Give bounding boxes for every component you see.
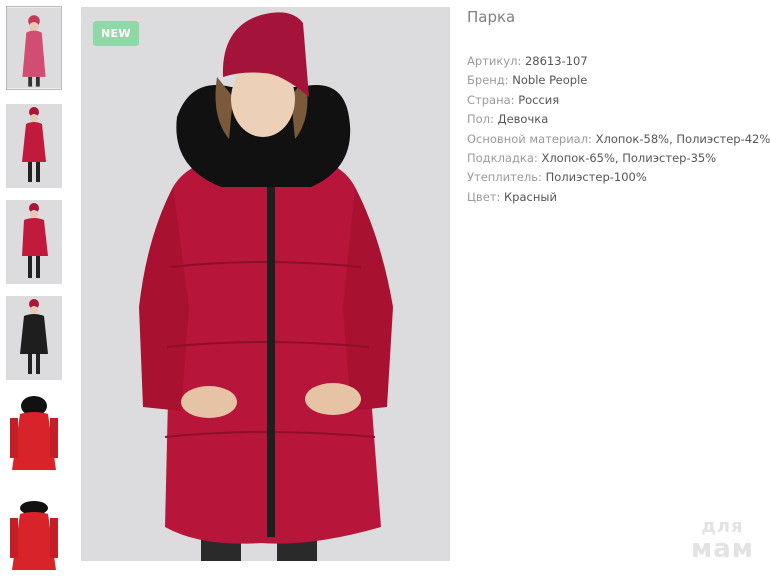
spec-row-main-material: Основной материал: Хлопок-58%, Полиэстер… bbox=[467, 130, 770, 149]
product-title: Парка bbox=[467, 8, 516, 26]
spec-value: Россия bbox=[518, 92, 560, 107]
spec-label: Цвет: bbox=[467, 189, 501, 204]
spec-row-article: Артикул: 28613-107 bbox=[467, 52, 762, 71]
spec-row-brand: Бренд: Noble People bbox=[467, 71, 762, 90]
watermark-line-2: мам bbox=[690, 534, 754, 564]
spec-label: Утеплитель: bbox=[467, 170, 542, 185]
spec-value: Хлопок-58%, Полиэстер-42% bbox=[595, 131, 770, 146]
spec-value: Красный bbox=[504, 189, 557, 204]
thumbnail-3-image bbox=[6, 200, 62, 284]
product-info: Парка Артикул: 28613-107 Бренд: Noble Pe… bbox=[467, 8, 770, 207]
watermark-logo: для мам bbox=[690, 518, 754, 564]
spec-label: Пол: bbox=[467, 112, 494, 127]
spec-value: Полиэстер-100% bbox=[545, 170, 647, 185]
spec-label: Артикул: bbox=[467, 54, 522, 68]
spec-label: Подкладка: bbox=[467, 151, 538, 166]
spec-label: Основной материал: bbox=[467, 131, 592, 146]
thumbnail-3[interactable] bbox=[6, 200, 62, 284]
main-product-image[interactable]: NEW bbox=[81, 7, 450, 561]
parka-photo bbox=[81, 7, 450, 561]
spec-value: Noble People bbox=[512, 73, 588, 88]
thumbnail-2-image bbox=[6, 104, 62, 188]
spec-value: Хлопок-65%, Полиэстер-35% bbox=[541, 151, 717, 166]
spec-row-gender: Пол: Девочка bbox=[467, 110, 762, 129]
thumbnail-1[interactable] bbox=[6, 6, 62, 90]
spec-row-country: Страна: Россия bbox=[467, 91, 762, 110]
thumbnail-4[interactable] bbox=[6, 296, 62, 380]
thumbnail-6[interactable] bbox=[6, 490, 62, 574]
spec-label: Страна: bbox=[467, 92, 515, 107]
spec-value: Девочка bbox=[497, 112, 549, 127]
thumbnail-1-image bbox=[7, 7, 61, 89]
spec-label: Бренд: bbox=[467, 73, 509, 88]
thumbnail-6-image bbox=[6, 490, 62, 574]
spec-row-lining: Подкладка: Хлопок-65%, Полиэстер-35% bbox=[467, 149, 762, 168]
thumbnail-2[interactable] bbox=[6, 104, 62, 188]
spec-value: 28613-107 bbox=[524, 54, 588, 68]
thumbnail-5[interactable] bbox=[6, 392, 62, 476]
new-badge: NEW bbox=[93, 21, 139, 46]
spec-row-insulation: Утеплитель: Полиэстер-100% bbox=[467, 168, 762, 187]
thumbnail-4-image bbox=[6, 296, 62, 380]
thumbnail-5-image bbox=[6, 392, 62, 476]
spec-row-color: Цвет: Красный bbox=[467, 188, 762, 207]
